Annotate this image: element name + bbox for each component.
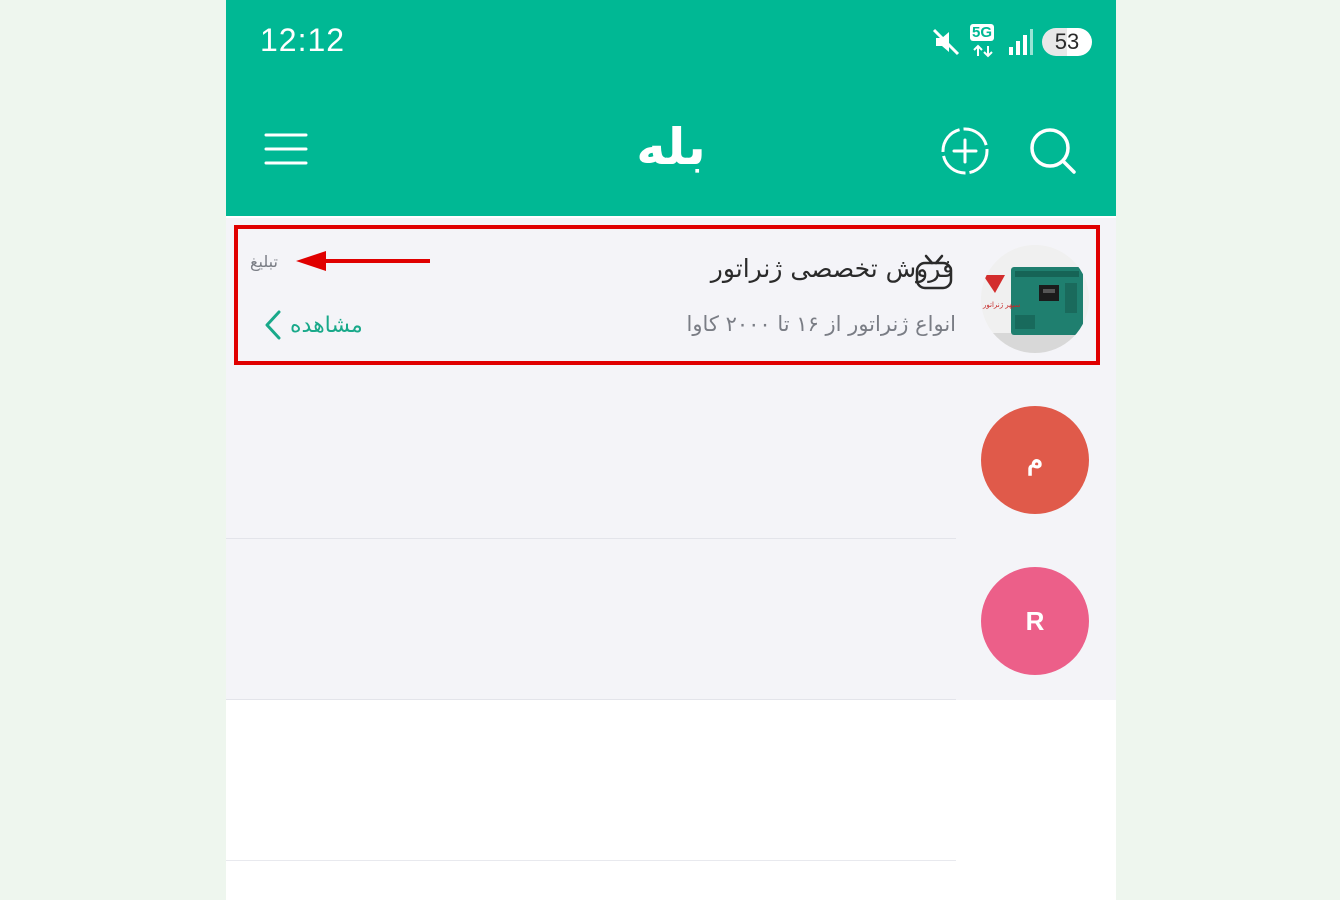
battery-icon: 53 — [1042, 28, 1092, 56]
sponsored-ad-row[interactable]: سپهر ژنراتور فروش تخصصی ژنراتور انواع ژن… — [226, 218, 1116, 378]
highlight-box — [234, 225, 1100, 365]
5g-icon: 5G — [970, 24, 1000, 58]
chat-row[interactable]: م — [226, 378, 1116, 539]
status-time: 12:12 — [260, 22, 346, 58]
avatar: R — [981, 567, 1089, 675]
arrow-left-icon — [296, 251, 430, 271]
avatar: م — [981, 406, 1089, 514]
mute-icon — [932, 28, 960, 56]
signal-icon — [1009, 29, 1033, 55]
add-story-icon[interactable] — [940, 126, 990, 176]
status-bar: 12:12 5G 53 — [226, 0, 1116, 90]
network-label: 5G — [970, 24, 995, 41]
status-icons: 5G 53 — [930, 24, 1092, 60]
phone-screen: 12:12 5G 53 بله سپهر ژنراتور فروش تخصصی … — [226, 0, 1116, 900]
app-bar: بله — [226, 90, 1116, 216]
search-icon[interactable] — [1028, 126, 1078, 176]
divider — [226, 860, 956, 861]
empty-list-area — [226, 700, 1116, 861]
chat-row[interactable]: R — [226, 539, 1116, 700]
